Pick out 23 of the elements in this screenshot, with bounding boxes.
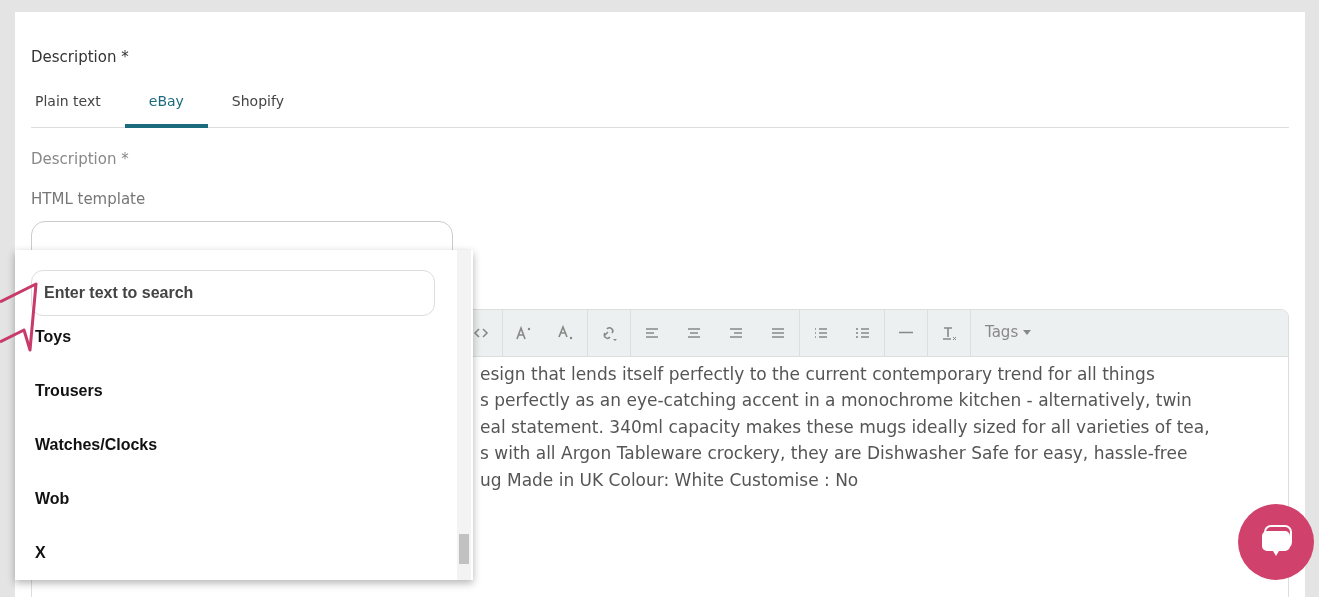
editor-text-line: esign that lends itself perfectly to the current contemporary trend for all things [480,362,1156,386]
scrollbar[interactable] [457,250,471,580]
caret-icon [1023,330,1031,336]
search-field[interactable]: Enter text to search [31,270,435,316]
editor-text-line: ug Made in UK Colour: White Customise : No [480,468,860,492]
section-title: Description * [31,47,130,68]
dropdown-option[interactable]: Trousers [31,364,107,418]
editor-text-line: s perfectly as an eye-catching accent in a monochrome kitchen - alternatively, twin [480,389,1193,412]
editor-text-line: s with all Argon Tableware crockery, they are Dishwasher Safe for easy, hassle-free [480,442,1189,465]
subscript-icon [558,324,574,341]
superscript-icon [516,324,532,341]
dropdown-option[interactable]: Watches/Clocks [31,418,162,472]
editor-text-line: eal statement. 340ml capacity makes these mugs ideally sized for all varieties of tea, [480,415,1211,439]
field-label: Description * [31,148,130,170]
tab[interactable]: Plain text [31,82,125,128]
tab[interactable]: eBay [124,82,208,128]
dropdown-option[interactable]: X [31,526,50,580]
link-icon [601,324,617,341]
tab[interactable]: Shopify [207,82,308,128]
clear-format-icon [941,324,957,341]
field-label: HTML template [31,189,147,210]
horizontal-rule-icon [898,331,914,334]
dropdown-option[interactable]: Wob [31,472,74,526]
